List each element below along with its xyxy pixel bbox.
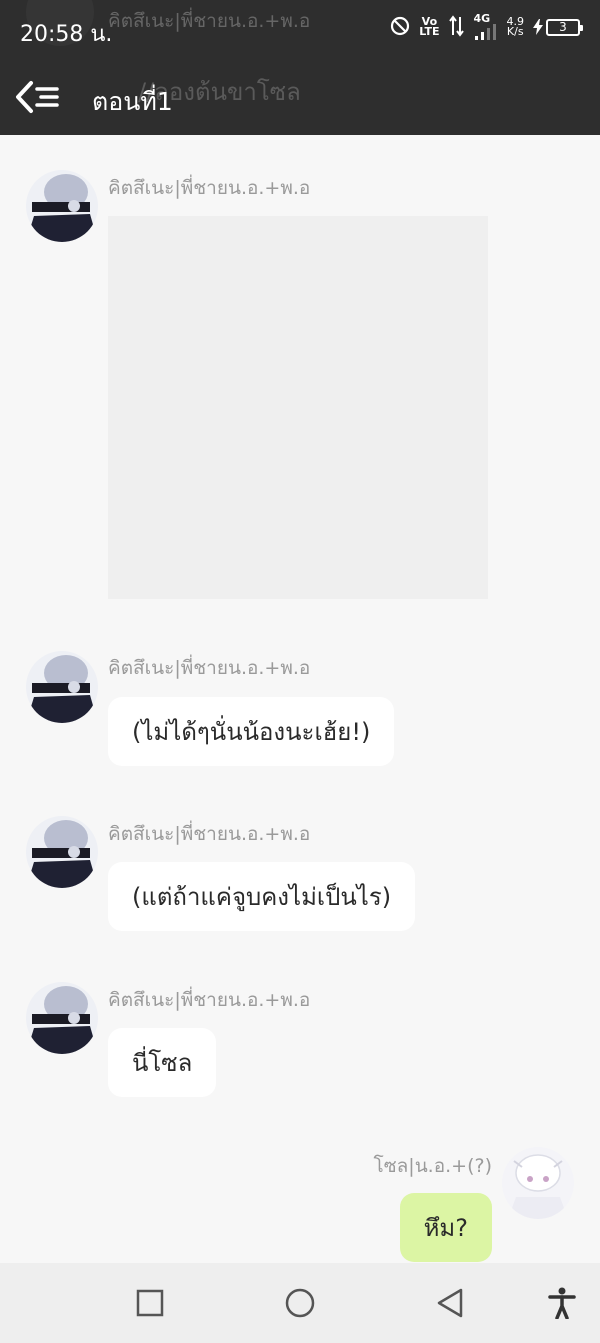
network-type: 4G [473, 12, 491, 25]
message-bubble[interactable]: นี่โซล [108, 1028, 217, 1097]
sender-name: คิตสึเนะ|พี่ชายน.อ.+พ.อ [108, 823, 311, 845]
circle-icon [285, 1288, 315, 1318]
sender-name: โซล|น.อ.+(?) [373, 1155, 492, 1177]
back-list-icon [16, 81, 59, 113]
accessibility-icon [548, 1287, 576, 1319]
avatar[interactable] [26, 816, 98, 888]
back-list-button[interactable] [14, 78, 62, 116]
accessibility-button[interactable] [542, 1283, 582, 1323]
avatar[interactable] [26, 651, 98, 723]
message-bubble[interactable]: (ไม่ได้ๆนั่นน้องนะเฮ้ย!) [108, 697, 395, 766]
avatar[interactable] [502, 1147, 574, 1219]
triangle-back-icon [437, 1288, 463, 1318]
volte-indicator: Vo LTE [419, 16, 440, 38]
system-navigation-bar [0, 1263, 600, 1343]
battery-level: 3 [546, 18, 583, 36]
avatar[interactable] [26, 982, 98, 1054]
sender-name: คิตสึเนะ|พี่ชายน.อ.+พ.อ [108, 177, 311, 199]
data-arrows-icon [448, 14, 465, 40]
speed-unit: K/s [506, 25, 524, 38]
network-speed: 4.9 K/s [506, 16, 525, 38]
page-title: ตอนที่1 [92, 87, 173, 116]
back-button[interactable] [430, 1283, 470, 1323]
network-signal: 4G [473, 12, 498, 40]
message-bubble[interactable]: หึม? [399, 1193, 492, 1262]
home-button[interactable] [280, 1283, 320, 1323]
charging-bolt-icon [533, 19, 543, 35]
signal-icon [474, 24, 496, 40]
message-bubble[interactable]: (แต่ถ้าแค่จูบคงไม่เป็นไร) [108, 862, 416, 931]
square-icon [136, 1289, 164, 1317]
status-icons: Vo LTE 4G 4.9 K/s 3 [390, 12, 583, 40]
battery-group: 3 [533, 18, 583, 36]
sender-name: คิตสึเนะ|พี่ชายน.อ.+พ.อ [108, 657, 311, 679]
status-time: 20:58 น. [20, 22, 113, 47]
behind-sender-name: คิตสึเนะ|พี่ชายน.อ.+พ.อ [108, 10, 311, 32]
do-not-disturb-icon [390, 16, 410, 39]
sender-name: คิตสึเนะ|พี่ชายน.อ.+พ.อ [108, 989, 311, 1011]
avatar[interactable] [26, 170, 98, 242]
image-message[interactable] [108, 216, 488, 599]
top-app-bar: คิตสึเนะ|พี่ชายน.อ.+พ.อ //ลองต้นขาโซล 20… [0, 0, 600, 135]
recent-apps-button[interactable] [130, 1283, 170, 1323]
volte-bottom: LTE [419, 25, 440, 38]
